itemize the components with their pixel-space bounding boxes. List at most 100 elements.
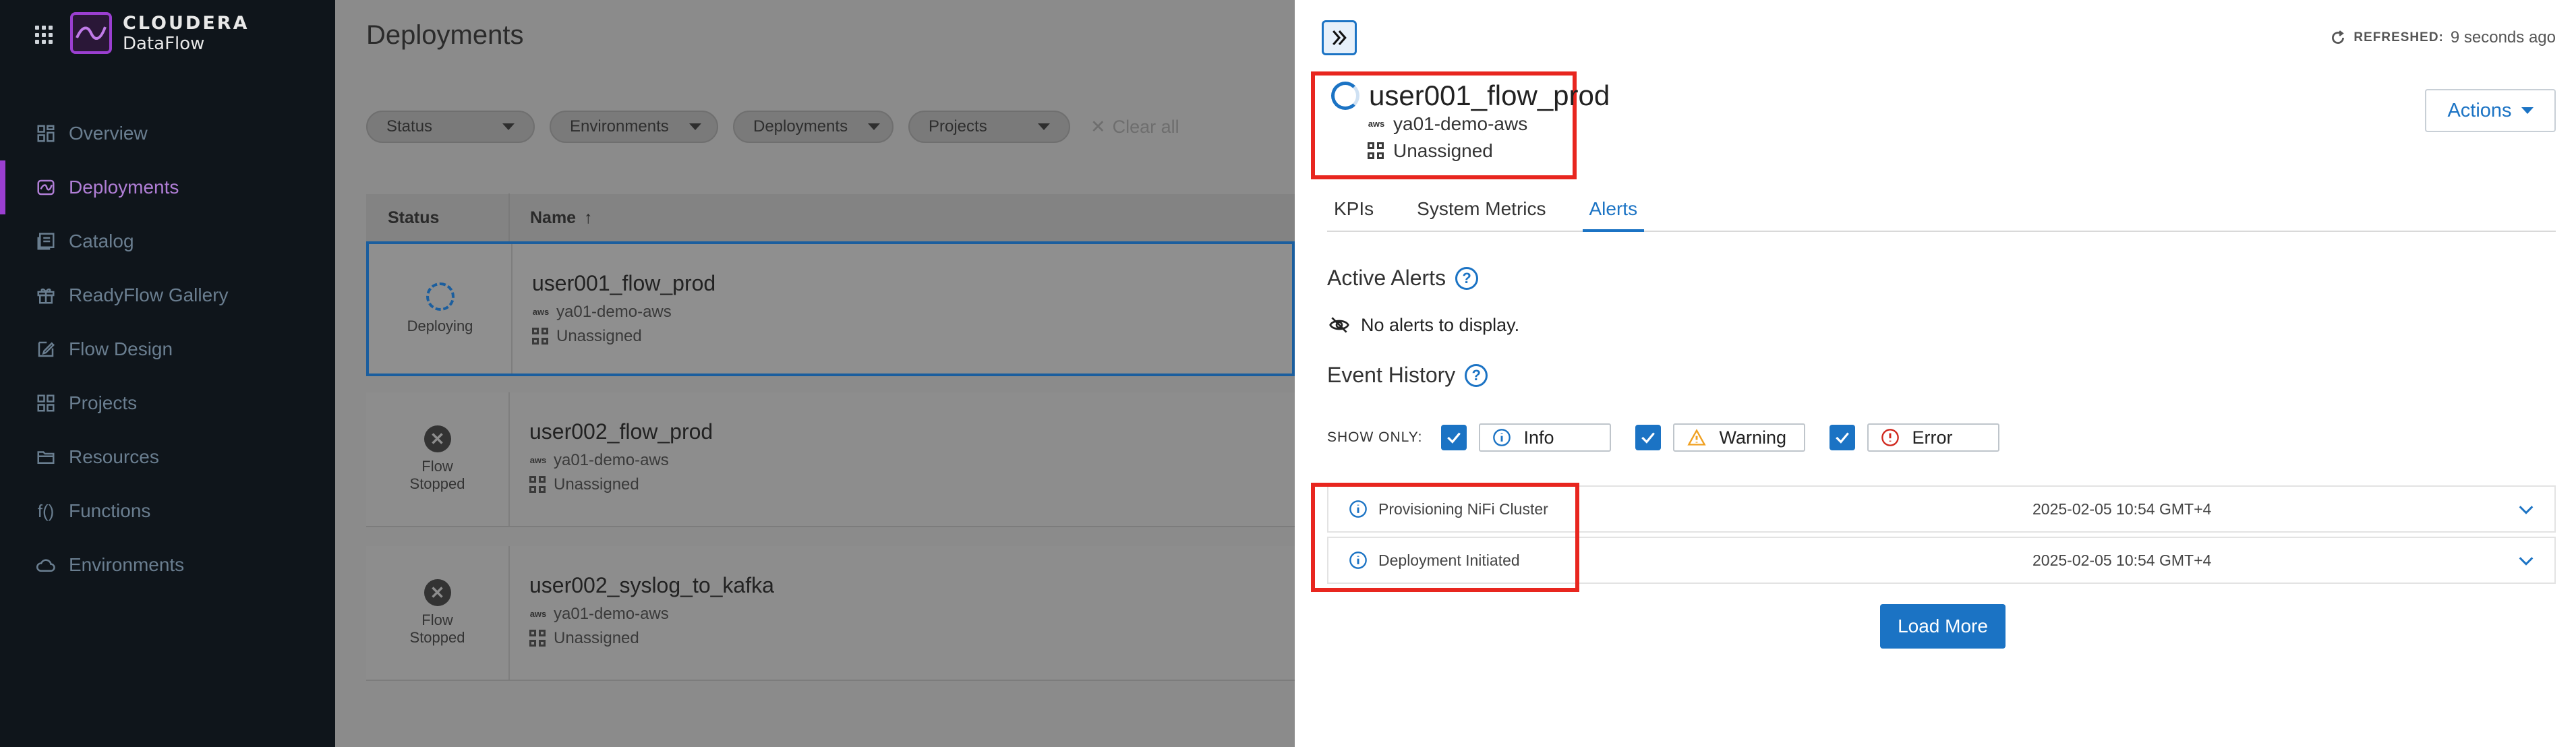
sidebar-item-label: Flow Design (69, 338, 173, 359)
help-icon[interactable]: ? (1465, 363, 1488, 387)
drawer-header: user001_flow_prod (1331, 80, 1610, 112)
environment-line: aws ya01-demo-aws (529, 605, 774, 624)
double-chevron-right-icon (1333, 30, 1347, 46)
warning-label: Warning (1719, 427, 1787, 448)
sidebar-item-deployments[interactable]: Deployments (0, 160, 335, 214)
close-icon: ✕ (1090, 116, 1106, 137)
info-icon (1493, 429, 1511, 446)
sidebar-nav: Overview Deployments Catalog ReadyFlow G… (0, 107, 335, 592)
chevron-down-icon[interactable] (2515, 551, 2537, 570)
aws-icon: aws (532, 307, 550, 317)
status-text: Flow Stopped (409, 458, 465, 492)
sidebar-item-flow-design[interactable]: Flow Design (0, 322, 335, 376)
edit-icon (35, 338, 57, 360)
caret-down-icon (2521, 107, 2534, 114)
status-text: Flow Stopped (409, 611, 465, 646)
environments-filter[interactable]: Environments (550, 111, 718, 143)
project-icon (1368, 142, 1385, 160)
sidebar-item-overview[interactable]: Overview (0, 107, 335, 160)
deployments-icon (35, 177, 57, 198)
table-row[interactable]: ✕ Flow Stopped user002_flow_prod aws ya01… (366, 392, 1295, 527)
info-checkbox[interactable] (1441, 425, 1467, 450)
event-timestamp: 2025-02-05 10:54 GMT+4 (2032, 551, 2212, 569)
highlight-box (1311, 483, 1579, 592)
error-icon (1881, 429, 1900, 446)
error-filter-pill[interactable]: Error (1867, 423, 2000, 452)
tab-system-metrics[interactable]: System Metrics (1410, 194, 1552, 232)
refresh-icon[interactable] (2329, 29, 2347, 47)
name-column-label: Name (530, 208, 577, 227)
load-more-button[interactable]: Load More (1880, 604, 2006, 649)
stopped-icon: ✕ (423, 425, 451, 452)
table-row[interactable]: Deploying user001_flow_prod aws ya01-demo… (366, 241, 1295, 376)
environment-line: aws ya01-demo-aws (529, 451, 713, 470)
sidebar-item-projects[interactable]: Projects (0, 376, 335, 430)
error-checkbox[interactable] (1829, 425, 1856, 450)
collapse-drawer-button[interactable] (1322, 20, 1357, 55)
chevron-down-icon[interactable] (2515, 500, 2537, 519)
error-label: Error (1912, 427, 1953, 448)
actions-button[interactable]: Actions (2425, 89, 2556, 132)
environment-line: aws ya01-demo-aws (532, 303, 715, 322)
status-text: Deploying (407, 318, 473, 334)
projects-filter[interactable]: Projects (908, 111, 1070, 143)
tab-alerts[interactable]: Alerts (1582, 194, 1645, 232)
active-alerts-title: Active Alerts (1327, 266, 1446, 290)
no-alerts-message: No alerts to display. (1328, 314, 1519, 336)
sort-ascending-icon: ↑ (584, 208, 593, 227)
caret-down-icon (502, 123, 515, 130)
warning-filter-pill[interactable]: Warning (1673, 423, 1806, 452)
project-name: Unassigned (556, 327, 642, 345)
sidebar-item-catalog[interactable]: Catalog (0, 214, 335, 268)
name-column-header[interactable]: Name ↑ (510, 208, 593, 228)
status-cell: ✕ Flow Stopped (366, 546, 510, 680)
loading-spinner-icon (1331, 82, 1359, 110)
caret-down-icon (1038, 123, 1050, 130)
dashboard-icon (35, 123, 57, 144)
drawer-tabs: KPIs System Metrics Alerts (1327, 194, 2556, 232)
checkmark-icon (1447, 432, 1461, 444)
aws-icon: aws (1368, 119, 1385, 129)
info-label: Info (1523, 427, 1554, 448)
warning-checkbox[interactable] (1635, 425, 1662, 450)
checkmark-icon (1641, 432, 1656, 444)
project-name: Unassigned (1393, 140, 1493, 161)
gift-icon (35, 285, 57, 306)
app-grid-icon[interactable] (35, 26, 54, 44)
sidebar-item-label: Resources (69, 446, 159, 467)
sidebar-item-functions[interactable]: f() Functions (0, 484, 335, 538)
sidebar-item-environments[interactable]: Environments (0, 538, 335, 592)
brand-name: CLOUDERA DataFlow (123, 13, 249, 55)
status-filter[interactable]: Status (366, 111, 535, 143)
sidebar: CLOUDERA DataFlow Overview Deployments C… (0, 0, 335, 747)
flow-name: user002_syslog_to_kafka (529, 573, 774, 597)
sidebar-item-resources[interactable]: Resources (0, 430, 335, 484)
tab-kpis[interactable]: KPIs (1327, 194, 1380, 232)
info-filter-pill[interactable]: Info (1479, 423, 1612, 452)
aws-icon: aws (529, 455, 547, 465)
active-alerts-heading: Active Alerts ? (1327, 266, 1479, 291)
project-line: Unassigned (532, 327, 715, 346)
loading-spinner-icon (426, 282, 455, 311)
project-icon (532, 328, 550, 345)
refreshed-value: 9 seconds ago (2450, 28, 2556, 47)
clear-all-button[interactable]: ✕ Clear all (1090, 117, 1179, 138)
brand-line2: DataFlow (123, 34, 205, 54)
event-filter-bar: SHOW ONLY: Info Warning Error (1327, 423, 2024, 452)
cloud-icon (35, 554, 57, 576)
sidebar-item-label: Deployments (69, 177, 179, 198)
deployment-details-drawer: REFRESHED: 9 seconds ago user001_flow_pr… (1295, 0, 2576, 747)
table-row[interactable]: ✕ Flow Stopped user002_syslog_to_kafka a… (366, 546, 1295, 681)
help-icon[interactable]: ? (1455, 266, 1479, 290)
deployments-filter[interactable]: Deployments (733, 111, 894, 143)
project-line: Unassigned (1368, 140, 1493, 162)
filter-label: Projects (929, 117, 987, 136)
event-timestamp: 2025-02-05 10:54 GMT+4 (2032, 500, 2212, 518)
name-cell: user002_flow_prod aws ya01-demo-aws Unass… (529, 419, 713, 494)
sidebar-item-readyflow-gallery[interactable]: ReadyFlow Gallery (0, 268, 335, 322)
aws-icon: aws (529, 609, 547, 619)
filter-label: Deployments (753, 117, 848, 136)
dataflow-logo (70, 12, 112, 54)
status-column-header[interactable]: Status (366, 193, 510, 242)
stopped-icon: ✕ (423, 579, 451, 606)
